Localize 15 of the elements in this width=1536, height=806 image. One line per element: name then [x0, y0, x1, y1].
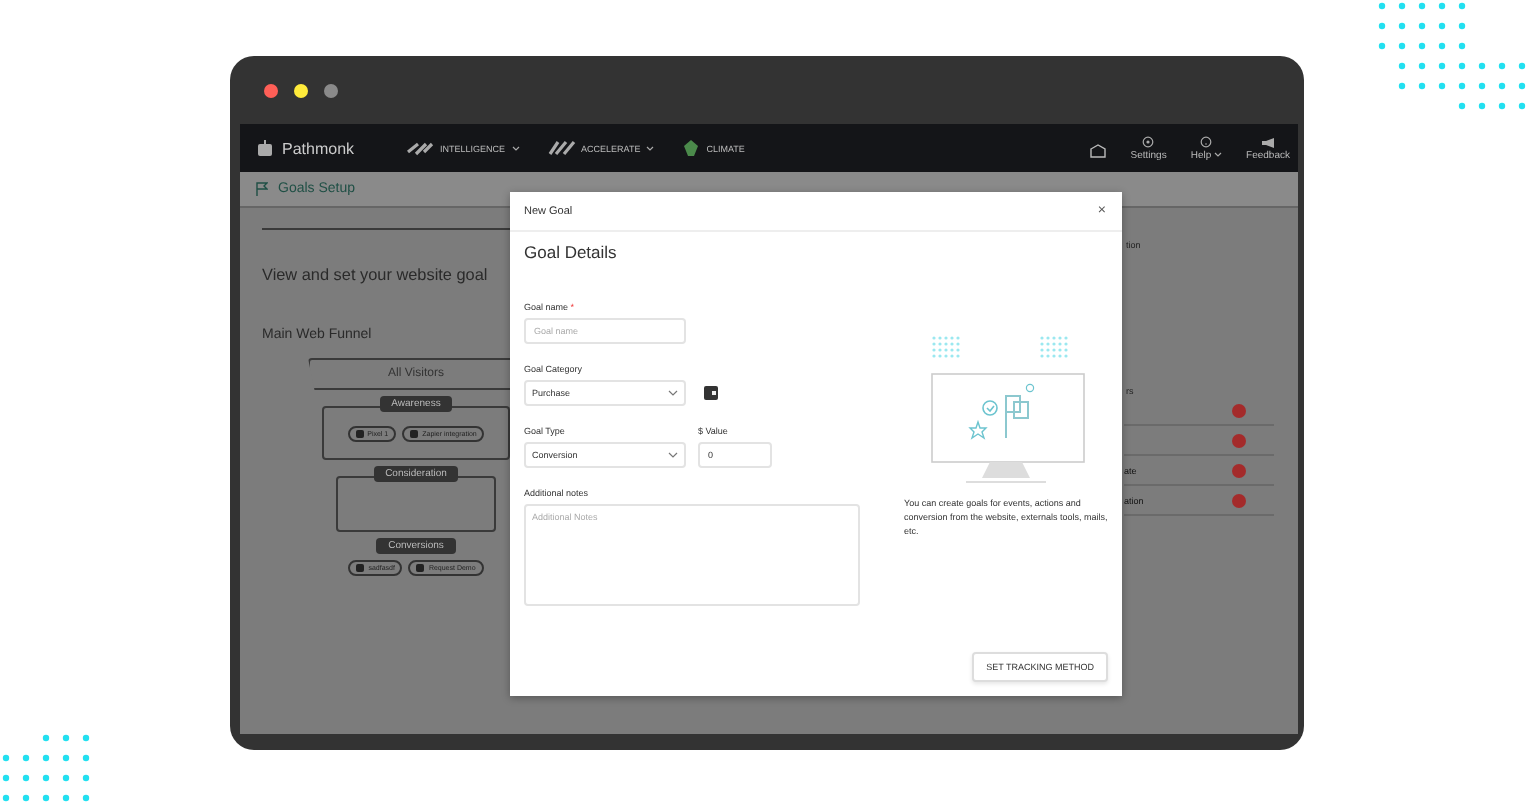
- megaphone-icon: [1261, 137, 1276, 147]
- chevron-down-icon: [668, 390, 678, 396]
- gear-icon: [1142, 135, 1155, 147]
- flag-icon: [256, 182, 268, 196]
- window-control[interactable]: [294, 83, 308, 97]
- chevron-down-icon: [668, 452, 678, 458]
- help-icon: [1200, 135, 1213, 147]
- page-heading: View and set your website goal: [262, 266, 488, 284]
- window-control[interactable]: [264, 83, 278, 97]
- robot-icon: [256, 140, 274, 156]
- brand-name[interactable]: Pathmonk: [282, 139, 355, 157]
- section-heading: Goal Details: [524, 242, 619, 262]
- leaf-icon: [682, 139, 701, 157]
- wallet-icon: [704, 386, 718, 400]
- dot-pattern-drawing: [0, 732, 92, 804]
